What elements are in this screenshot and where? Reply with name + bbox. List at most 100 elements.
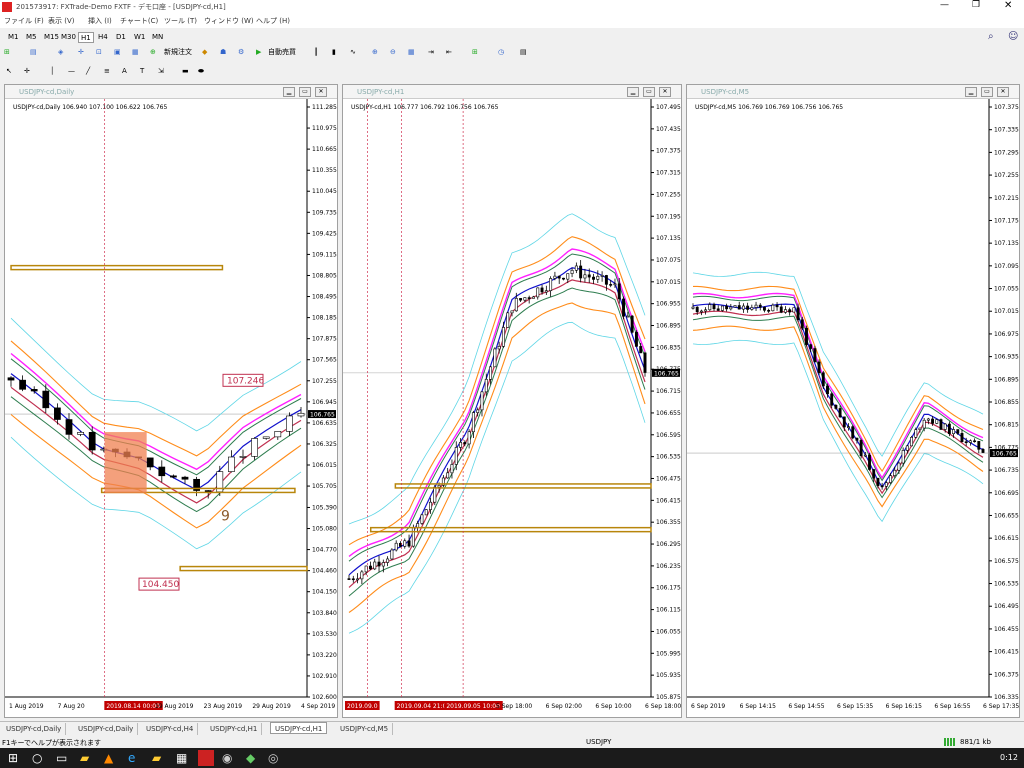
- folder-icon[interactable]: ▰: [152, 751, 161, 765]
- chart-tab-active[interactable]: USDJPY-cd,H1: [270, 722, 328, 734]
- autoscroll-icon[interactable]: ⇥: [428, 45, 434, 59]
- search-icon[interactable]: ○: [32, 751, 42, 765]
- start-icon[interactable]: ⊞: [8, 751, 18, 765]
- navigator-icon[interactable]: ⊡: [96, 45, 102, 59]
- new-order-icon[interactable]: ⊕: [150, 45, 156, 59]
- candle-body: [7, 377, 15, 381]
- market-watch-icon[interactable]: ◈: [58, 45, 63, 59]
- candle-chart-icon[interactable]: ▮: [332, 45, 336, 59]
- metaeditor-icon[interactable]: ◆: [202, 45, 207, 59]
- price-tick-label: 106.415: [994, 649, 1019, 656]
- menu-chart[interactable]: チャート(C): [120, 16, 158, 26]
- chart-tab[interactable]: USDJPY-cd,H4: [142, 723, 199, 735]
- community-icon[interactable]: ☺: [1008, 31, 1018, 42]
- chart-window-titlebar[interactable]: USDJPY-cd,H1 ▁ ▭ ✕: [343, 85, 681, 99]
- menu-file[interactable]: ファイル (F): [4, 16, 44, 26]
- title-bar: 201573917: FXTrade-Demo FXTF - デモ口座 - [U…: [0, 0, 1024, 14]
- horizontal-line-icon[interactable]: —: [68, 64, 75, 78]
- price-tick-label: 106.715: [656, 388, 681, 395]
- menu-tools[interactable]: ツール (T): [164, 16, 197, 26]
- app-icon[interactable]: ◆: [246, 751, 255, 765]
- tf-m5[interactable]: M5: [24, 32, 39, 43]
- periods-icon[interactable]: ◷: [498, 45, 504, 59]
- task-view-icon[interactable]: ▭: [56, 751, 67, 765]
- app-icon[interactable]: ◉: [222, 751, 232, 765]
- close-icon[interactable]: ✕: [997, 87, 1009, 97]
- indicators-icon[interactable]: ⊞: [472, 45, 478, 59]
- restore-icon[interactable]: ▭: [643, 87, 655, 97]
- ellipse-icon[interactable]: ⬬: [198, 64, 204, 78]
- tf-mn[interactable]: MN: [150, 32, 165, 43]
- close-icon[interactable]: ✕: [659, 87, 671, 97]
- tf-m30[interactable]: M30: [59, 32, 78, 43]
- chart-tab[interactable]: USDJPY-cd,H1: [206, 723, 263, 735]
- chart-tab[interactable]: USDJPY-cd,M5: [336, 723, 394, 735]
- account-icon[interactable]: ☗: [220, 45, 226, 59]
- minimize-icon[interactable]: ▁: [965, 87, 977, 97]
- chart-window-titlebar[interactable]: USDJPY-cd,Daily ▁ ▭ ✕: [5, 85, 337, 99]
- menu-window[interactable]: ウィンドウ (W): [204, 16, 254, 26]
- profiles-icon[interactable]: ▤: [30, 45, 37, 59]
- minimize-icon[interactable]: —: [940, 0, 949, 10]
- menu-help[interactable]: ヘルプ (H): [256, 16, 290, 26]
- menu-insert[interactable]: 挿入 (I): [88, 16, 112, 26]
- new-chart-icon[interactable]: ⊞: [4, 45, 10, 59]
- mt4-icon[interactable]: [198, 750, 214, 766]
- chart-window-h1[interactable]: USDJPY-cd,H1 ▁ ▭ ✕ USDJPY-cd,H1 106.777 …: [342, 84, 682, 718]
- chart-tab[interactable]: USDJPY-cd,Daily: [74, 723, 139, 735]
- zoom-in-icon[interactable]: ⊕: [372, 45, 378, 59]
- arrows-icon[interactable]: ⇲: [158, 64, 164, 78]
- candle-body: [351, 578, 355, 581]
- rectangle-icon[interactable]: ▬: [182, 64, 189, 78]
- channel-icon[interactable]: ≡: [104, 64, 110, 78]
- store-icon[interactable]: ▦: [176, 751, 187, 765]
- close-icon[interactable]: ✕: [315, 87, 327, 97]
- chart-window-m5[interactable]: USDJPY-cd,M5 ▁ ▭ ✕ USDJPY-cd,M5 106.769 …: [686, 84, 1020, 718]
- text-icon[interactable]: A: [122, 64, 127, 78]
- tf-h1[interactable]: H1: [78, 32, 94, 43]
- maximize-icon[interactable]: ❐: [972, 0, 980, 10]
- bar-chart-icon[interactable]: ┃: [314, 45, 318, 59]
- candle-body: [851, 426, 855, 439]
- close-icon[interactable]: ✕: [1004, 0, 1012, 11]
- tf-h4[interactable]: H4: [96, 32, 110, 43]
- auto-trade-button[interactable]: 自動売買: [268, 45, 296, 59]
- crosshair-icon[interactable]: ✛: [24, 64, 30, 78]
- menu-view[interactable]: 表示 (V): [48, 16, 74, 26]
- app-icon[interactable]: ◎: [268, 751, 278, 765]
- chart-tab[interactable]: USDJPY-cd,Daily: [2, 723, 67, 735]
- search-icon[interactable]: ⌕: [988, 31, 994, 42]
- minimize-icon[interactable]: ▁: [627, 87, 639, 97]
- candle-body: [767, 309, 771, 312]
- zoom-out-icon[interactable]: ⊖: [390, 45, 396, 59]
- vertical-line-icon[interactable]: │: [50, 64, 54, 78]
- chart-window-daily[interactable]: USDJPY-cd,Daily ▁ ▭ ✕ USDJPY-cd,Daily 10…: [4, 84, 338, 718]
- vlc-icon[interactable]: ▲: [104, 751, 113, 765]
- new-order-button[interactable]: 新規注文: [164, 45, 192, 59]
- file-explorer-icon[interactable]: ▰: [80, 751, 89, 765]
- price-chart[interactable]: 107.375 107.335 107.295 107.255 107.215 107.1…: [687, 99, 1019, 717]
- data-window-icon[interactable]: ✛: [78, 45, 84, 59]
- minimize-icon[interactable]: ▁: [283, 87, 295, 97]
- chart-window-titlebar[interactable]: USDJPY-cd,M5 ▁ ▭ ✕: [687, 85, 1019, 99]
- chart-shift-icon[interactable]: ⇤: [446, 45, 452, 59]
- settings-icon[interactable]: ⚙: [238, 45, 244, 59]
- tf-w1[interactable]: W1: [132, 32, 147, 43]
- label-icon[interactable]: T: [140, 64, 144, 78]
- line-chart-icon[interactable]: ∿: [350, 45, 356, 59]
- tile-windows-icon[interactable]: ▦: [408, 45, 415, 59]
- trendline-icon[interactable]: ╱: [86, 64, 90, 78]
- price-tick-label: 106.055: [656, 628, 681, 635]
- templates-icon[interactable]: ▤: [520, 45, 527, 59]
- restore-icon[interactable]: ▭: [299, 87, 311, 97]
- terminal-icon[interactable]: ▣: [114, 45, 121, 59]
- restore-icon[interactable]: ▭: [981, 87, 993, 97]
- tf-m1[interactable]: M1: [6, 32, 21, 43]
- price-chart[interactable]: 111.285 110.975 110.665 110.355 110.045 109.7…: [5, 99, 337, 717]
- edge-icon[interactable]: e: [128, 751, 135, 765]
- tester-icon[interactable]: ▦: [132, 45, 139, 59]
- auto-trade-icon[interactable]: ▶: [256, 45, 261, 59]
- cursor-icon[interactable]: ↖: [6, 64, 12, 78]
- tf-d1[interactable]: D1: [114, 32, 128, 43]
- price-chart[interactable]: 107.495 107.435 107.375 107.315 107.255 107.1…: [343, 99, 681, 717]
